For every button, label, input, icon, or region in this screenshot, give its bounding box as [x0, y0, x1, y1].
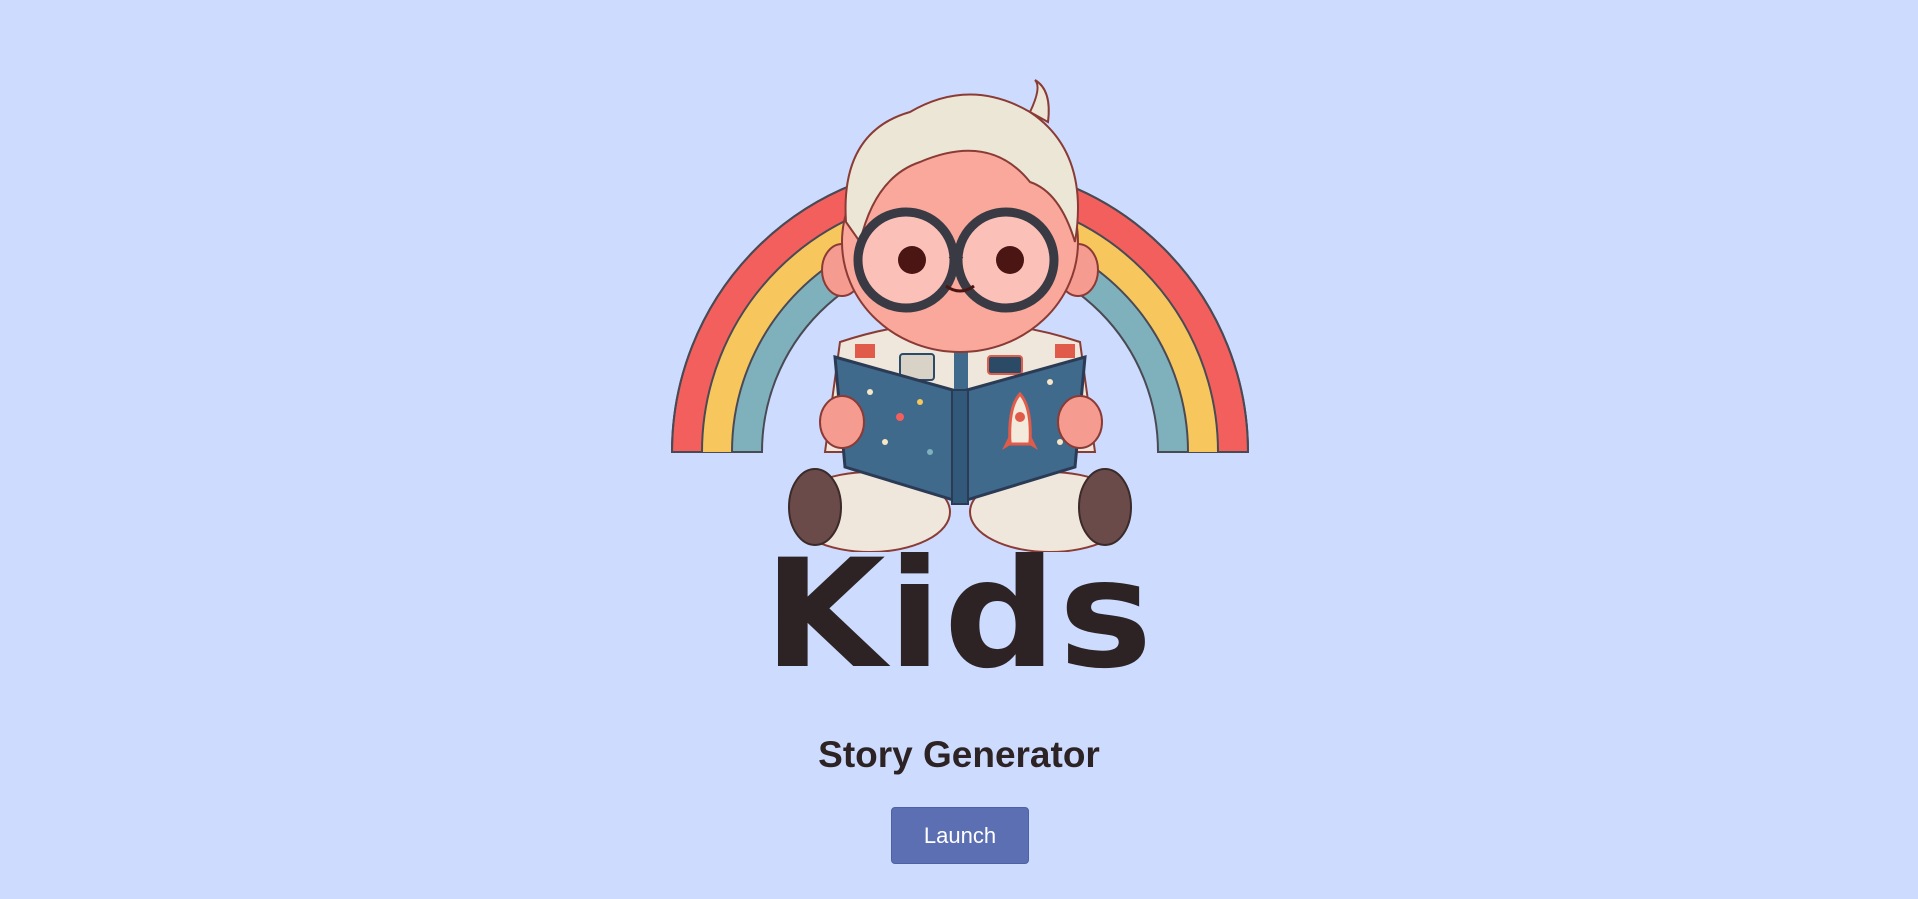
- app-subtitle: Story Generator: [818, 734, 1100, 775]
- landing-page: Kids Story Generator Launch: [0, 0, 1918, 899]
- astronaut-kid-illustration: [670, 79, 1250, 552]
- hero-illustration: [670, 72, 1250, 552]
- app-title: Kids: [763, 528, 1155, 702]
- launch-button[interactable]: Launch: [891, 807, 1029, 864]
- kid-head: [821, 79, 1099, 353]
